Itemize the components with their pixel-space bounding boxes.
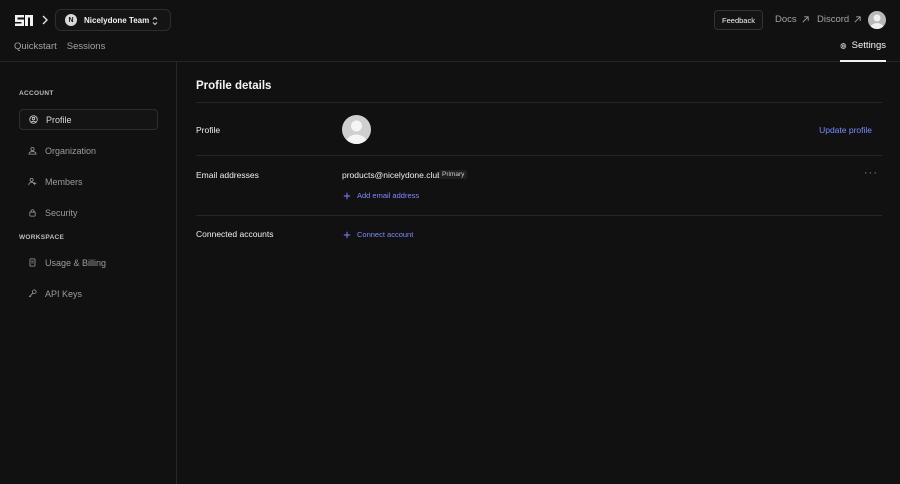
email-address: products@nicelydone.club bbox=[342, 170, 442, 180]
sidebar-item-security[interactable]: Security bbox=[19, 202, 158, 223]
divider bbox=[196, 155, 882, 156]
team-switcher[interactable]: N Nicelydone Team bbox=[55, 9, 171, 31]
top-bar: N Nicelydone Team Quickstart Sessions Fe… bbox=[0, 0, 900, 62]
discord-link[interactable]: Discord bbox=[817, 14, 862, 25]
plus-icon bbox=[343, 231, 351, 238]
sidebar-item-usage-billing[interactable]: Usage & Billing bbox=[19, 252, 158, 273]
email-row-label: Email addresses bbox=[196, 170, 259, 180]
user-silhouette-icon bbox=[870, 14, 884, 29]
app-logo-icon[interactable] bbox=[14, 12, 34, 28]
plus-icon bbox=[343, 192, 351, 199]
add-email-label: Add email address bbox=[357, 191, 420, 200]
primary-badge: Primary bbox=[439, 170, 468, 179]
sidebar-item-label: API Keys bbox=[45, 288, 83, 299]
sidebar-item-label: Organization bbox=[45, 145, 97, 156]
sidebar-item-api-keys[interactable]: API Keys bbox=[19, 283, 158, 304]
add-email-button[interactable]: Add email address bbox=[343, 191, 419, 200]
gear-icon bbox=[840, 42, 847, 50]
page-title: Profile details bbox=[196, 80, 272, 92]
docs-link[interactable]: Docs bbox=[775, 14, 810, 25]
lock-icon bbox=[29, 209, 36, 217]
account-section-label: ACCOUNT bbox=[19, 90, 54, 97]
sidebar-item-organization[interactable]: Organization bbox=[19, 140, 158, 161]
feedback-button[interactable]: Feedback bbox=[714, 10, 763, 30]
members-icon bbox=[28, 177, 37, 186]
divider bbox=[196, 215, 882, 216]
connect-account-label: Connect account bbox=[357, 230, 414, 239]
key-icon bbox=[28, 289, 37, 298]
team-avatar: N bbox=[65, 14, 77, 26]
connect-account-button[interactable]: Connect account bbox=[343, 230, 413, 239]
profile-row-label: Profile bbox=[196, 125, 221, 135]
main-tabs: Quickstart Sessions bbox=[14, 41, 105, 52]
divider bbox=[196, 102, 882, 103]
settings-sidebar: ACCOUNT Profile Organization Members Sec… bbox=[0, 62, 177, 484]
email-more-options-icon[interactable]: ··· bbox=[864, 167, 878, 179]
sidebar-item-members[interactable]: Members bbox=[19, 171, 158, 192]
tab-quickstart[interactable]: Quickstart bbox=[14, 41, 57, 52]
team-name: Nicelydone Team bbox=[84, 15, 150, 25]
sidebar-item-profile[interactable]: Profile bbox=[19, 109, 158, 130]
tab-sessions[interactable]: Sessions bbox=[67, 41, 106, 52]
user-silhouette-icon bbox=[346, 120, 367, 144]
discord-link-label: Discord bbox=[817, 14, 850, 25]
workspace-section-label: WORKSPACE bbox=[19, 234, 65, 241]
docs-link-label: Docs bbox=[775, 14, 797, 25]
receipt-icon bbox=[29, 258, 36, 267]
sidebar-item-label: Usage & Billing bbox=[45, 257, 107, 268]
settings-tab-label: Settings bbox=[851, 40, 886, 51]
chevron-updown-icon bbox=[152, 16, 158, 26]
user-circle-icon bbox=[29, 115, 38, 124]
organization-icon bbox=[28, 147, 37, 155]
profile-avatar[interactable] bbox=[342, 115, 371, 144]
external-arrow-icon bbox=[802, 16, 809, 23]
update-profile-link[interactable]: Update profile bbox=[819, 125, 872, 135]
sidebar-item-label: Profile bbox=[46, 114, 72, 125]
sidebar-item-label: Security bbox=[45, 207, 78, 218]
connected-accounts-label: Connected accounts bbox=[196, 229, 274, 239]
tab-settings[interactable]: Settings bbox=[840, 40, 886, 62]
external-arrow-icon bbox=[854, 16, 861, 23]
sidebar-item-label: Members bbox=[45, 176, 83, 187]
chevron-right-icon bbox=[42, 15, 48, 25]
user-avatar[interactable] bbox=[868, 11, 886, 29]
